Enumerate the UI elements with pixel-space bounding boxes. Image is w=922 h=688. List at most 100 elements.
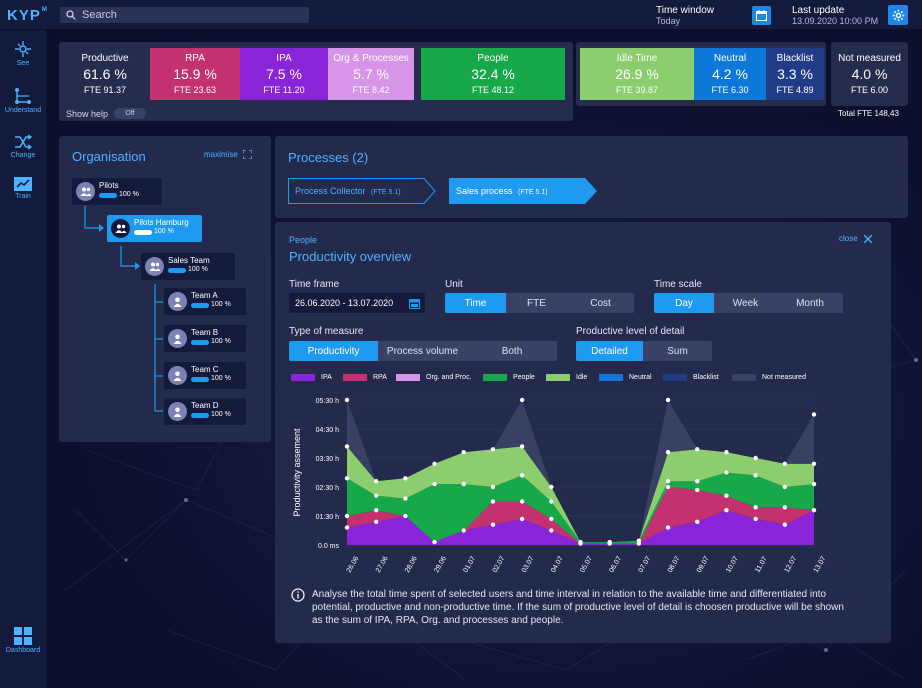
last-update-label: Last update bbox=[792, 5, 845, 16]
info-text: Analyse the total time spent of selected… bbox=[291, 588, 851, 627]
kpi-org-processes[interactable]: Org & Processes 5.7 % FTE 8.42 bbox=[328, 48, 414, 100]
sidebar-item-dashboard[interactable]: Dashboard bbox=[0, 627, 46, 654]
maximise-button[interactable]: maximise bbox=[204, 150, 252, 159]
x-tick-label: 13.07 bbox=[813, 555, 828, 574]
data-point-people bbox=[519, 473, 525, 478]
data-point-idle bbox=[461, 450, 466, 455]
x-tick-label: 02.07 bbox=[492, 555, 507, 574]
data-point-rpa bbox=[753, 505, 758, 510]
data-point-rpa bbox=[373, 508, 379, 513]
org-node-team-b[interactable]: Team B 100 % bbox=[164, 325, 246, 352]
data-point-ipa bbox=[724, 508, 729, 513]
help-toggle-label: Off bbox=[125, 110, 135, 117]
data-point-people bbox=[753, 473, 758, 478]
group-avatar-icon bbox=[76, 182, 95, 201]
kpi-label: People bbox=[477, 53, 509, 64]
data-point-people bbox=[549, 499, 554, 504]
sidebar-item-see[interactable]: See bbox=[0, 40, 46, 67]
org-node-pilots-hamburg[interactable]: Pilots Hamburg 100 % bbox=[107, 215, 202, 242]
group-avatar-icon bbox=[111, 219, 130, 238]
kpi-ipa[interactable]: IPA 7.5 % FTE 11.20 bbox=[240, 48, 328, 100]
settings-button[interactable] bbox=[888, 5, 908, 25]
kpi-value: 26.9 % bbox=[615, 66, 659, 82]
kpi-idle-time[interactable]: Idle Time 26.9 % FTE 39.87 bbox=[580, 48, 694, 100]
data-point-ipa bbox=[432, 539, 437, 545]
sidebar-label-train: Train bbox=[15, 193, 31, 200]
sidebar-item-change[interactable]: Change bbox=[0, 134, 46, 159]
data-point-not-measured bbox=[519, 397, 525, 403]
process-chip-sales[interactable]: Sales process (FTE 5.1) bbox=[449, 178, 597, 204]
app-logo[interactable]: KYPM bbox=[7, 7, 48, 24]
data-point-idle bbox=[490, 447, 496, 452]
last-update-value: 13.09.2020 10:00 PM bbox=[792, 16, 879, 26]
data-point-rpa bbox=[724, 493, 729, 498]
data-point-people bbox=[432, 481, 437, 487]
org-node-name: Team B bbox=[191, 328, 219, 337]
kpi-rpa[interactable]: RPA 15.9 % FTE 23.63 bbox=[150, 48, 240, 100]
data-point-idle bbox=[695, 447, 700, 452]
org-node-team-a[interactable]: Team A 100 % bbox=[164, 288, 246, 315]
time-window-label: Time window bbox=[656, 5, 714, 16]
data-point-idle bbox=[519, 444, 525, 449]
sidebar-item-understand[interactable]: Understand bbox=[0, 87, 46, 114]
sidebar-label-change: Change bbox=[10, 152, 36, 159]
org-node-team-c[interactable]: Team C 100 % bbox=[164, 362, 246, 389]
org-node-team-d[interactable]: Team D 100 % bbox=[164, 398, 246, 425]
maximise-label: maximise bbox=[204, 150, 238, 159]
data-point-not-measured bbox=[665, 397, 671, 403]
org-node-pilots[interactable]: Pilots 100 % bbox=[72, 178, 162, 205]
sidebar: See Understand Change Train Dashboard bbox=[0, 30, 46, 688]
y-axis-label: Productivity assement bbox=[292, 428, 302, 517]
kpi-neutral[interactable]: Neutral 4.2 % FTE 6.30 bbox=[694, 48, 766, 100]
org-node-percent: 100 % bbox=[211, 301, 231, 308]
calendar-button[interactable] bbox=[752, 6, 771, 25]
org-node-sales-team[interactable]: Sales Team 100 % bbox=[141, 253, 235, 280]
data-point-ipa bbox=[782, 522, 788, 527]
data-point-idle bbox=[811, 461, 817, 466]
kpi-productive[interactable]: Productive 61.6 % FTE 91.37 bbox=[66, 48, 144, 100]
x-tick-label: 05.07 bbox=[579, 555, 594, 574]
show-help: Show help Off bbox=[66, 108, 147, 119]
y-tick-label: 0.0 ms bbox=[318, 543, 340, 550]
sidebar-item-train[interactable]: Train bbox=[0, 177, 46, 200]
data-point-rpa bbox=[782, 505, 788, 510]
data-point-ipa bbox=[344, 525, 350, 530]
data-point-people bbox=[344, 476, 350, 481]
data-point-idle bbox=[344, 444, 350, 449]
x-tick-label: 06.07 bbox=[608, 555, 623, 574]
kpi-label: Blacklist bbox=[776, 53, 814, 64]
kpi-value: 7.5 % bbox=[266, 66, 302, 82]
org-node-name: Pilots bbox=[99, 181, 119, 190]
kpi-value: 5.7 % bbox=[353, 66, 389, 82]
data-point-people bbox=[695, 479, 700, 484]
data-point-idle bbox=[724, 450, 729, 455]
x-tick-label: 08.07 bbox=[667, 555, 682, 574]
kpi-label: Not measured bbox=[838, 53, 901, 64]
data-point-people bbox=[373, 493, 379, 498]
x-tick-label: 26.06 bbox=[346, 555, 361, 574]
kpi-fte: FTE 23.63 bbox=[173, 85, 217, 95]
grid-icon bbox=[14, 627, 32, 645]
kpi-value: 61.6 % bbox=[83, 66, 127, 82]
kpi-fte: FTE 39.87 bbox=[615, 85, 659, 95]
help-toggle[interactable]: Off bbox=[114, 108, 147, 119]
org-node-name: Team D bbox=[191, 401, 219, 410]
data-point-people bbox=[578, 539, 583, 545]
x-tick-label: 04.07 bbox=[550, 555, 565, 574]
last-update: Last update 13.09.2020 10:00 PM bbox=[792, 5, 879, 27]
kpi-not-measured[interactable]: Not measured 4.0 % FTE 6.00 bbox=[831, 42, 908, 106]
kpi-label: RPA bbox=[185, 53, 205, 64]
kpi-people[interactable]: People 32.4 % FTE 48.12 bbox=[421, 48, 565, 100]
y-tick-label: 02:30 h bbox=[316, 485, 339, 492]
data-point-rpa bbox=[695, 487, 700, 493]
data-point-people bbox=[403, 496, 408, 501]
search-input[interactable]: Search bbox=[60, 7, 309, 23]
x-tick-label: 03.07 bbox=[521, 555, 536, 574]
process-chip-collector[interactable]: Process Collector (FTE 5.1) bbox=[288, 178, 436, 204]
kpi-blacklist[interactable]: Blacklist 3.3 % FTE 4.89 bbox=[766, 48, 824, 100]
productivity-panel: People Productivity overview close Time … bbox=[275, 222, 891, 643]
data-point-people bbox=[490, 484, 496, 490]
group-avatar-icon bbox=[145, 257, 164, 276]
data-point-ipa bbox=[490, 522, 496, 527]
kpi-label: IPA bbox=[276, 53, 292, 64]
